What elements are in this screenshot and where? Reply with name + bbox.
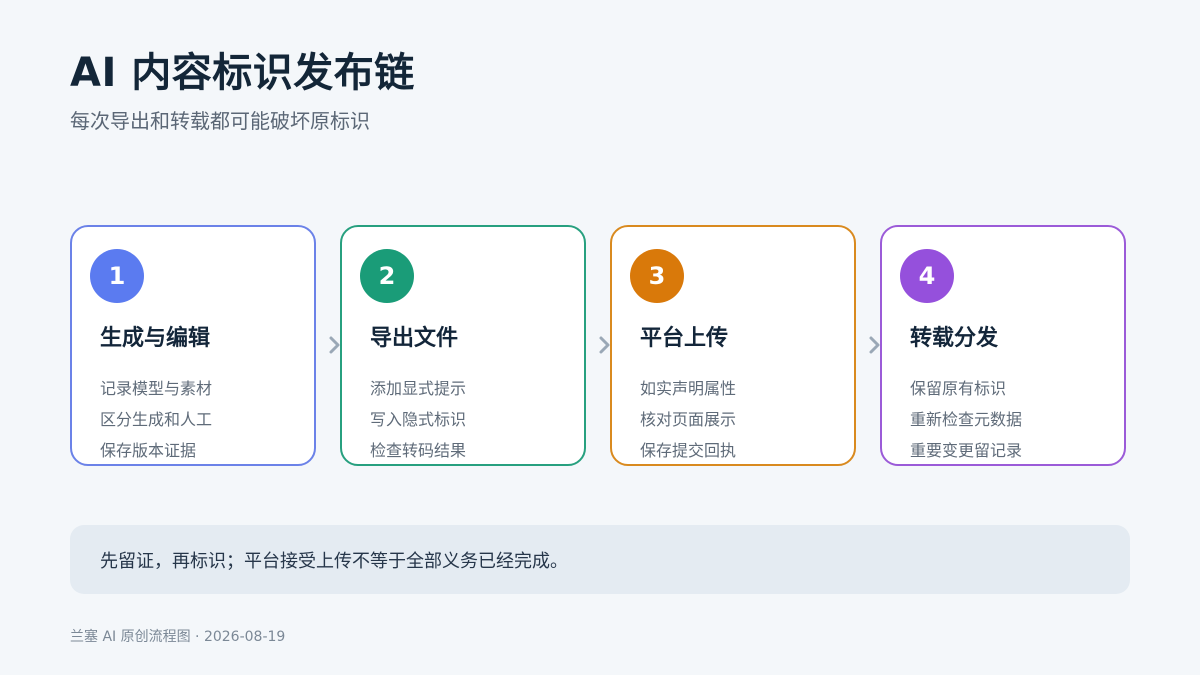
page-title: AI 内容标识发布链 <box>70 50 415 96</box>
step-item: 保存提交回执 <box>640 441 737 460</box>
footer-credit: 兰塞 AI 原创流程图 · 2026-08-19 <box>70 629 286 645</box>
step-item: 如实声明属性 <box>640 379 737 398</box>
step-item: 重要变更留记录 <box>910 441 1023 460</box>
step-item: 重新检查元数据 <box>910 410 1023 429</box>
summary-note-text: 先留证，再标识；平台接受上传不等于全部义务已经完成。 <box>100 550 568 572</box>
step-item: 添加显式提示 <box>370 379 467 398</box>
step-item: 保留原有标识 <box>910 379 1007 398</box>
step-title-1: 生成与编辑 <box>100 326 211 351</box>
step-item: 检查转码结果 <box>370 441 467 460</box>
step-item: 区分生成和人工 <box>100 410 213 429</box>
step-items-2: 添加显式提示 写入隐式标识 检查转码结果 <box>370 373 466 466</box>
flow-steps: 1 生成与编辑 记录模型与素材 区分生成和人工 保存版本证据 2 导出文件 添加… <box>70 225 1130 470</box>
summary-note: 先留证，再标识；平台接受上传不等于全部义务已经完成。 <box>70 525 1130 594</box>
step-card-1: 1 生成与编辑 记录模型与素材 区分生成和人工 保存版本证据 <box>70 225 316 466</box>
page-subtitle: 每次导出和转载都可能破坏原标识 <box>70 109 370 133</box>
step-card-4: 4 转载分发 保留原有标识 重新检查元数据 重要变更留记录 <box>880 225 1126 466</box>
step-title-2: 导出文件 <box>370 326 459 351</box>
step-number-badge-1: 1 <box>90 249 144 303</box>
step-number-badge-2: 2 <box>360 249 414 303</box>
step-card-2: 2 导出文件 添加显式提示 写入隐式标识 检查转码结果 <box>340 225 586 466</box>
step-items-3: 如实声明属性 核对页面展示 保存提交回执 <box>640 373 736 466</box>
step-number-badge-3: 3 <box>630 249 684 303</box>
step-title-3: 平台上传 <box>640 326 729 351</box>
step-item: 记录模型与素材 <box>100 379 213 398</box>
step-item: 写入隐式标识 <box>370 410 467 429</box>
step-card-3: 3 平台上传 如实声明属性 核对页面展示 保存提交回执 <box>610 225 856 466</box>
step-item: 核对页面展示 <box>640 410 737 429</box>
step-items-1: 记录模型与素材 区分生成和人工 保存版本证据 <box>100 373 212 466</box>
step-title-4: 转载分发 <box>910 326 999 351</box>
step-items-4: 保留原有标识 重新检查元数据 重要变更留记录 <box>910 373 1022 466</box>
step-item: 保存版本证据 <box>100 441 197 460</box>
step-number-badge-4: 4 <box>900 249 954 303</box>
